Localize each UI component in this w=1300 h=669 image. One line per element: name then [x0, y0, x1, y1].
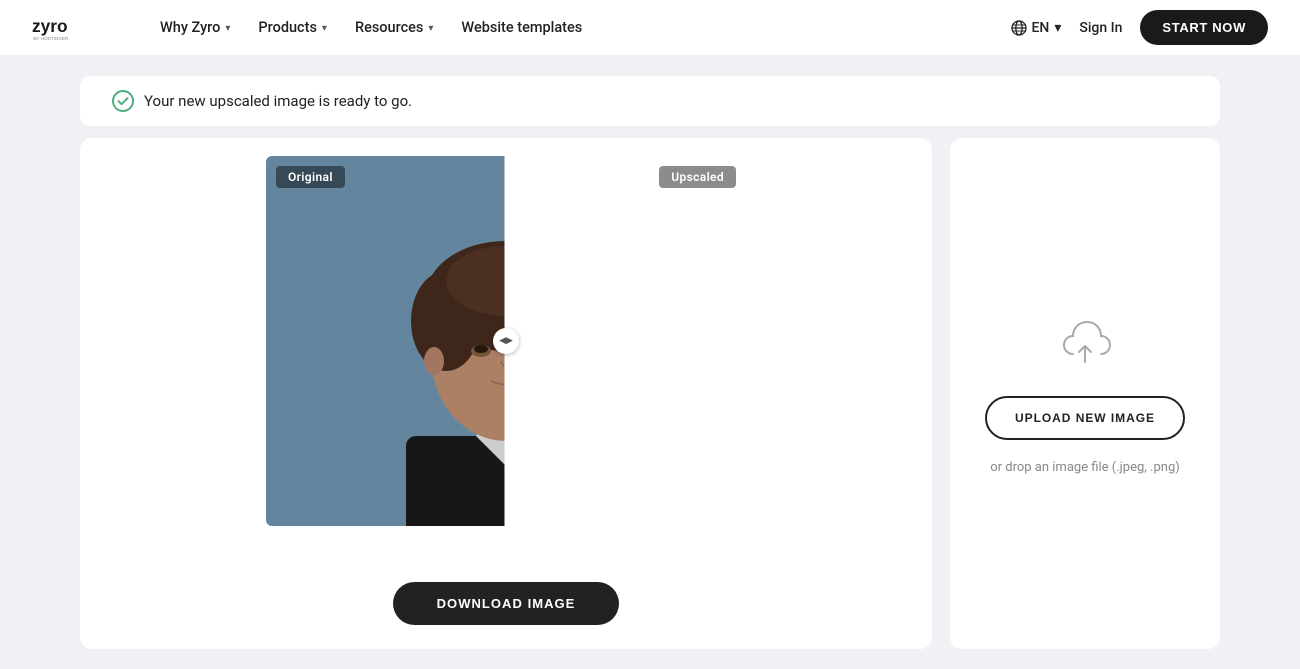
label-original: Original — [276, 166, 345, 188]
upload-panel: UPLOAD NEW IMAGE or drop an image file (… — [950, 138, 1220, 649]
upload-icon-wrap — [1053, 312, 1117, 376]
compare-right — [506, 156, 746, 526]
svg-text:BY HOSTINGER: BY HOSTINGER — [33, 36, 69, 41]
navbar: zyro BY HOSTINGER Why Zyro ▾ Products ▾ … — [0, 0, 1300, 56]
logo[interactable]: zyro BY HOSTINGER — [32, 10, 112, 46]
nav-right: EN ▾ Sign In START NOW — [1011, 10, 1269, 45]
page-content: Your new upscaled image is ready to go. — [0, 56, 1300, 669]
download-image-button[interactable]: DOWNLOAD IMAGE — [393, 582, 620, 625]
compare-left — [266, 156, 506, 526]
chevron-down-icon: ▾ — [225, 23, 230, 34]
svg-text:zyro: zyro — [32, 16, 68, 36]
upload-new-image-button[interactable]: UPLOAD NEW IMAGE — [985, 396, 1185, 440]
success-banner: Your new upscaled image is ready to go. — [80, 76, 1220, 126]
portrait-original — [266, 156, 506, 526]
nav-item-why-zyro[interactable]: Why Zyro ▾ — [148, 13, 242, 42]
download-btn-wrap: DOWNLOAD IMAGE — [393, 582, 620, 625]
nav-item-products[interactable]: Products ▾ — [246, 13, 339, 42]
main-area: Original Upscaled ◀▶ DOWNLOAD IMAGE — [80, 138, 1220, 649]
check-icon — [112, 90, 134, 112]
compare-container[interactable]: Original Upscaled ◀▶ — [266, 156, 746, 526]
start-now-button[interactable]: START NOW — [1140, 10, 1268, 45]
sign-in-link[interactable]: Sign In — [1079, 20, 1122, 36]
nav-item-resources[interactable]: Resources ▾ — [343, 13, 445, 42]
chevron-down-icon: ▾ — [1054, 20, 1061, 36]
chevron-down-icon: ▾ — [428, 23, 433, 34]
label-upscaled: Upscaled — [659, 166, 736, 188]
chevron-down-icon: ▾ — [322, 23, 327, 34]
globe-icon — [1011, 20, 1027, 36]
compare-handle[interactable]: ◀▶ — [493, 328, 519, 354]
nav-links: Why Zyro ▾ Products ▾ Resources ▾ Websit… — [148, 13, 1011, 42]
drop-hint: or drop an image file (.jpeg, .png) — [990, 460, 1180, 475]
language-selector[interactable]: EN ▾ — [1011, 20, 1062, 36]
upload-cloud-icon — [1053, 312, 1117, 376]
nav-item-website-templates[interactable]: Website templates — [449, 13, 594, 42]
image-compare-panel: Original Upscaled ◀▶ DOWNLOAD IMAGE — [80, 138, 932, 649]
